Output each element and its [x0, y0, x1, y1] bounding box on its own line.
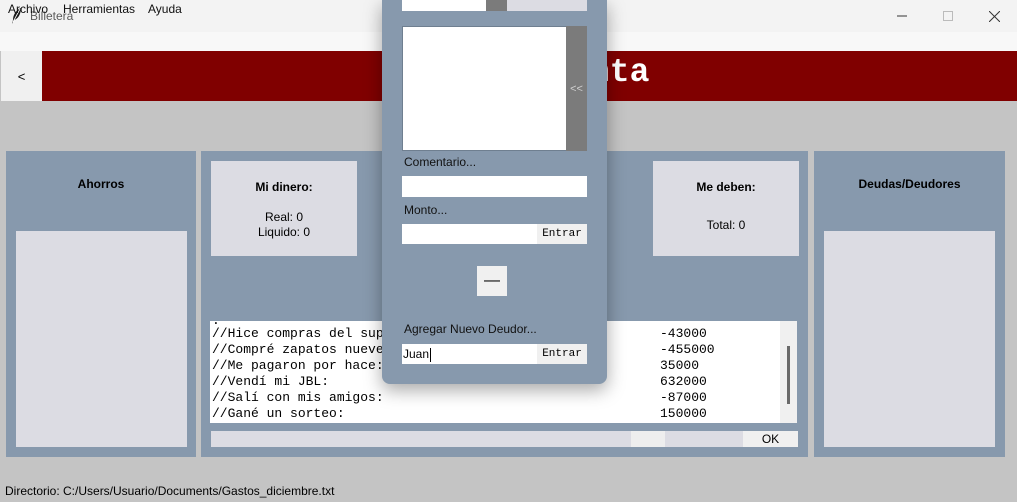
ahorros-list[interactable] — [16, 231, 187, 447]
command-entry[interactable] — [211, 431, 631, 447]
deudor-input[interactable]: Juan — [402, 344, 537, 364]
log-row-text: //Gané un sorteo: — [212, 406, 345, 421]
text-caret — [430, 347, 432, 362]
comentario-label: Comentario... — [404, 155, 477, 169]
back-button[interactable]: < — [1, 51, 42, 101]
log-row-text: //Vendí mi JBL: — [212, 374, 330, 389]
monto-label: Monto... — [404, 203, 448, 217]
menu-archivo[interactable]: Archivo — [8, 2, 48, 16]
deudor-label: Agregar Nuevo Deudor... — [404, 322, 537, 336]
comentario-input[interactable] — [402, 176, 587, 197]
ok-button[interactable]: OK — [743, 431, 798, 447]
menu-ayuda[interactable]: Ayuda — [148, 2, 182, 16]
log-row-amount: 632000 — [660, 374, 707, 389]
maximize-button[interactable] — [925, 0, 971, 32]
liquido-value: Liquido: 0 — [257, 225, 311, 239]
deudas-list[interactable] — [824, 231, 995, 447]
me-deben-title: Me deben: — [696, 180, 756, 194]
dialog-top-button[interactable] — [507, 0, 587, 11]
dialog-listbox[interactable] — [402, 26, 567, 151]
deudas-title: Deudas/Deudores — [858, 177, 961, 191]
log-row-text: //Me pagaron por hace: — [212, 358, 384, 373]
close-icon — [988, 10, 1000, 22]
move-left-button[interactable]: << — [566, 26, 587, 151]
status-directory: Directorio: C:/Users/Usuario/Documents/G… — [5, 484, 335, 498]
minus-button[interactable]: — — [477, 266, 507, 296]
ahorros-title: Ahorros — [77, 177, 125, 191]
log-row-amount: -87000 — [660, 390, 707, 405]
maximize-icon — [943, 11, 953, 21]
real-value: Real: 0 — [264, 210, 304, 224]
log-row-text: //Compré zapatos nueve — [212, 342, 384, 357]
mi-dinero-title: Mi dinero: — [255, 180, 313, 194]
log-row-amount: -43000 — [660, 326, 707, 341]
me-deben-card: Me deben: Total: 0 — [653, 161, 799, 256]
deudor-enter-button[interactable]: Entrar — [537, 344, 587, 364]
dialog-top-input[interactable] — [402, 0, 486, 11]
log-row-text: //Hice compras del sup — [212, 326, 384, 341]
log-row-amount: -455000 — [660, 342, 715, 357]
menu-herramientas[interactable]: Herramientas — [63, 2, 135, 16]
entry-segment[interactable] — [631, 431, 665, 447]
deudor-input-value: Juan — [403, 347, 430, 361]
monto-input[interactable] — [402, 224, 537, 244]
entry-segment[interactable] — [665, 431, 743, 447]
log-row-amount: 35000 — [660, 358, 700, 373]
me-deben-total: Total: 0 — [706, 218, 746, 232]
minimize-button[interactable] — [879, 0, 925, 32]
mi-dinero-card: Mi dinero: Real: 0 Liquido: 0 — [211, 161, 357, 256]
minimize-icon — [897, 15, 907, 17]
log-row-amount: 150000 — [660, 406, 707, 421]
monto-enter-button[interactable]: Entrar — [537, 224, 587, 244]
log-scroll-thumb[interactable] — [787, 346, 790, 404]
log-row-text: //Salí con mis amigos: — [212, 390, 384, 405]
close-button[interactable] — [971, 0, 1017, 32]
dialog-top-scroll[interactable] — [486, 0, 507, 11]
